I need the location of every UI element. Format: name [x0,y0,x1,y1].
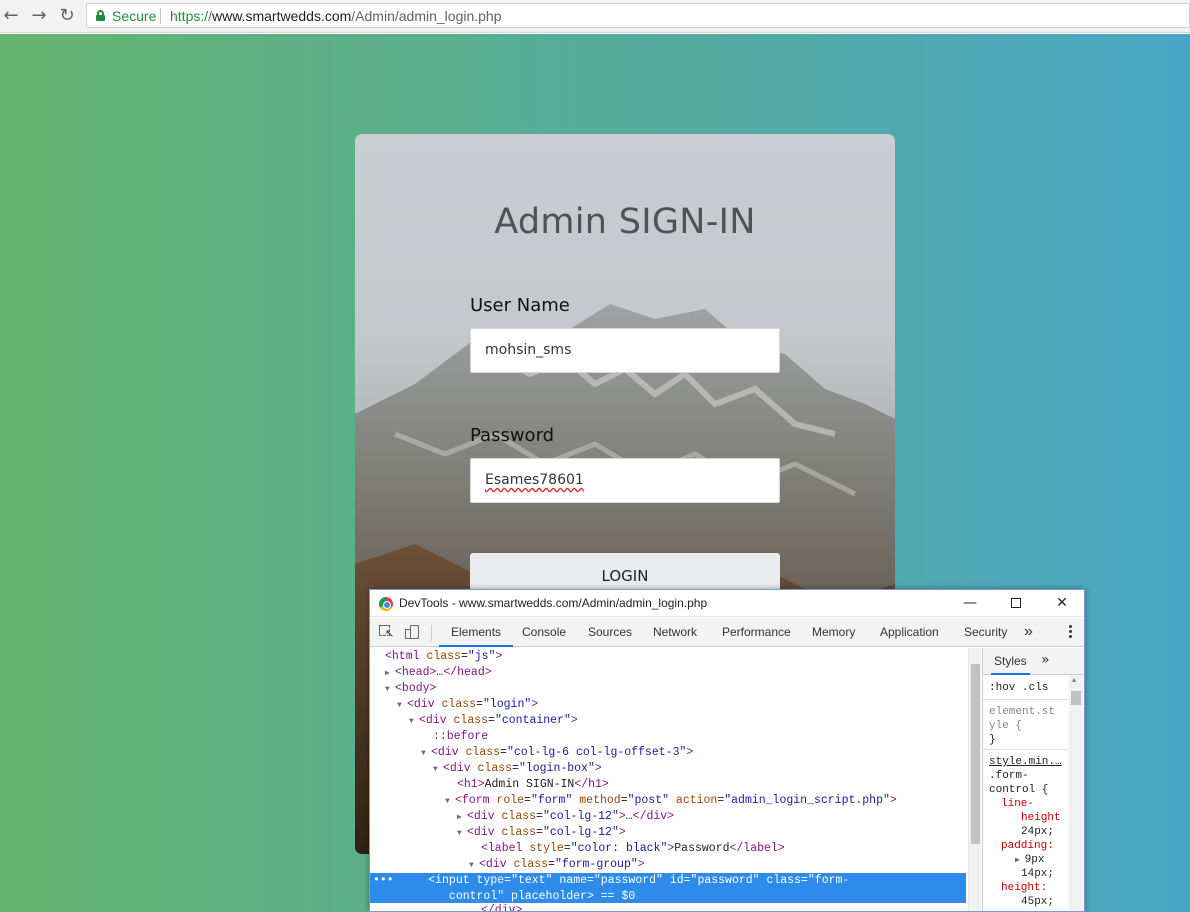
devtools-tabbar: ↖ Elements Console Sources Network Perfo… [370,618,1084,647]
password-label: Password [470,425,555,446]
dom-node-h1[interactable]: <h1>Admin SIGN-IN</h1> [457,777,609,793]
tab-sources[interactable]: Sources [588,618,632,647]
padding-value-a: 9px [1024,854,1045,866]
tab-application[interactable]: Application [880,618,939,647]
inspect-element-icon[interactable]: ↖ [379,625,395,640]
styles-filter[interactable]: :hov .cls [989,681,1048,695]
dom-node-div-login-box[interactable]: ▼ <div class="login-box"> [433,761,602,777]
styles-scrollbar-thumb[interactable] [1071,691,1081,705]
tab-elements[interactable]: Elements [439,618,514,647]
toolbar-divider [431,625,432,641]
dom-node-label[interactable]: <label style="color: black">Password</la… [481,841,785,857]
dom-node-form[interactable]: ▼ <form role="form" method="post" action=… [445,793,897,809]
dom-node-body[interactable]: ▼ <body> [385,681,436,697]
styles-pane: Styles » :hov .cls element.st yle { } st… [982,648,1084,911]
styles-divider [983,699,1069,700]
scroll-up-arrow-icon[interactable]: ▲ [1072,677,1076,685]
tab-console[interactable]: Console [522,618,566,647]
style-val-line-height[interactable]: 24px; [1021,825,1054,839]
dom-scrollbar-thumb[interactable] [971,664,980,844]
url-text[interactable]: https://www.smartwedds.com/Admin/admin_l… [170,8,502,24]
forward-arrow-icon[interactable]: → [28,5,50,27]
lock-icon [96,10,105,21]
dom-node-div-col-12-a[interactable]: ▶ <div class="col-lg-12">…</div> [457,809,674,825]
url-scheme: https:// [170,8,213,24]
element-style-2: yle { [989,719,1022,733]
style-prop-height[interactable]: height: [1001,881,1047,895]
tab-memory[interactable]: Memory [812,618,855,647]
password-input[interactable]: Esames78601 [470,458,780,503]
styles-more-chevron-icon[interactable]: » [1041,648,1050,673]
close-button[interactable]: ✕ [1039,590,1084,617]
dom-node-div-col-12-b[interactable]: ▼ <div class="col-lg-12"> [457,825,626,841]
username-input[interactable]: mohsin_sms [470,328,780,373]
dom-node-div-login[interactable]: ▼ <div class="login"> [397,697,538,713]
url-host: www.smartwedds.com [212,8,352,24]
page-title: Admin SIGN-IN [494,202,756,242]
rule-source-link[interactable]: style.min.… [989,755,1062,769]
dom-tree: <html class="js"> ▶ <head>…</head> ▼ <body> ▼… [370,648,968,911]
dom-node-div-form-group[interactable]: ▼ <div class="form-group"> [469,857,645,873]
minimize-button[interactable]: — [947,590,993,617]
style-val-padding-b[interactable]: 14px; [1021,867,1054,881]
rule-selector-1: .form- [989,770,1029,782]
secure-label: Secure [112,8,157,24]
styles-divider [983,749,1069,750]
tab-styles[interactable]: Styles [991,648,1030,675]
element-style-1: element.st [989,706,1056,718]
devtools-window: DevTools - www.smartwedds.com/Admin/admi… [369,589,1085,912]
styles-tabbar: Styles » [983,648,1084,675]
devtools-title: DevTools - www.smartwedds.com/Admin/admi… [399,596,708,610]
element-style-2a: yle { [989,720,1023,732]
dom-node-html[interactable]: <html class="js"> [385,649,502,665]
style-val-height[interactable]: 45px; [1021,895,1054,909]
devtools-titlebar[interactable]: DevTools - www.smartwedds.com/Admin/admi… [370,590,1084,617]
dom-node-div-col[interactable]: ▼ <div class="col-lg-6 col-lg-offset-3"> [421,745,693,761]
styles-scrollbar[interactable]: ▲ [1069,675,1083,911]
tab-performance[interactable]: Performance [722,618,791,647]
dom-node-before[interactable]: ::before [433,729,488,745]
url-path: /Admin/admin_login.php [351,8,502,24]
browser-toolbar: ← → ↻ Secure https://www.smartwedds.com/… [0,0,1190,33]
dom-node-input-selected[interactable]: ••• <input type="text" name="password" i… [370,873,966,903]
hov-toggle[interactable]: :hov [989,682,1015,694]
back-arrow-icon[interactable]: ← [0,5,22,27]
maximize-button[interactable] [993,590,1039,617]
tab-network[interactable]: Network [653,618,697,647]
dom-scrollbar[interactable] [968,648,981,911]
style-prop-padding[interactable]: padding: [1001,839,1054,853]
device-toolbar-icon[interactable] [405,625,421,640]
cls-toggle[interactable]: .cls [1022,682,1048,694]
address-bar[interactable]: Secure https://www.smartwedds.com/Admin/… [86,3,1190,28]
dom-node-div-container[interactable]: ▼ <div class="container"> [409,713,578,729]
tab-security[interactable]: Security [964,618,1007,647]
chrome-logo-icon [379,597,393,611]
more-tabs-chevron-icon[interactable]: » [1024,618,1033,647]
style-prop-line-height[interactable]: line- [1001,797,1034,811]
dom-node-head[interactable]: ▶ <head>…</head> [385,665,492,681]
dom-node-div-close[interactable]: </div> [481,903,522,911]
style-prop-line-height-b: height [1021,812,1061,824]
customize-menu-icon[interactable] [1065,624,1075,640]
element-style-3: } [989,734,996,746]
address-separator [160,8,161,24]
password-value: Esames78601 [485,472,584,488]
maximize-icon [1011,598,1021,608]
rule-selector-2: control { [989,784,1049,796]
username-label: User Name [470,295,570,316]
style-val-padding-a[interactable]: ▶ 9px [1015,853,1044,867]
reload-icon[interactable]: ↻ [56,5,78,27]
